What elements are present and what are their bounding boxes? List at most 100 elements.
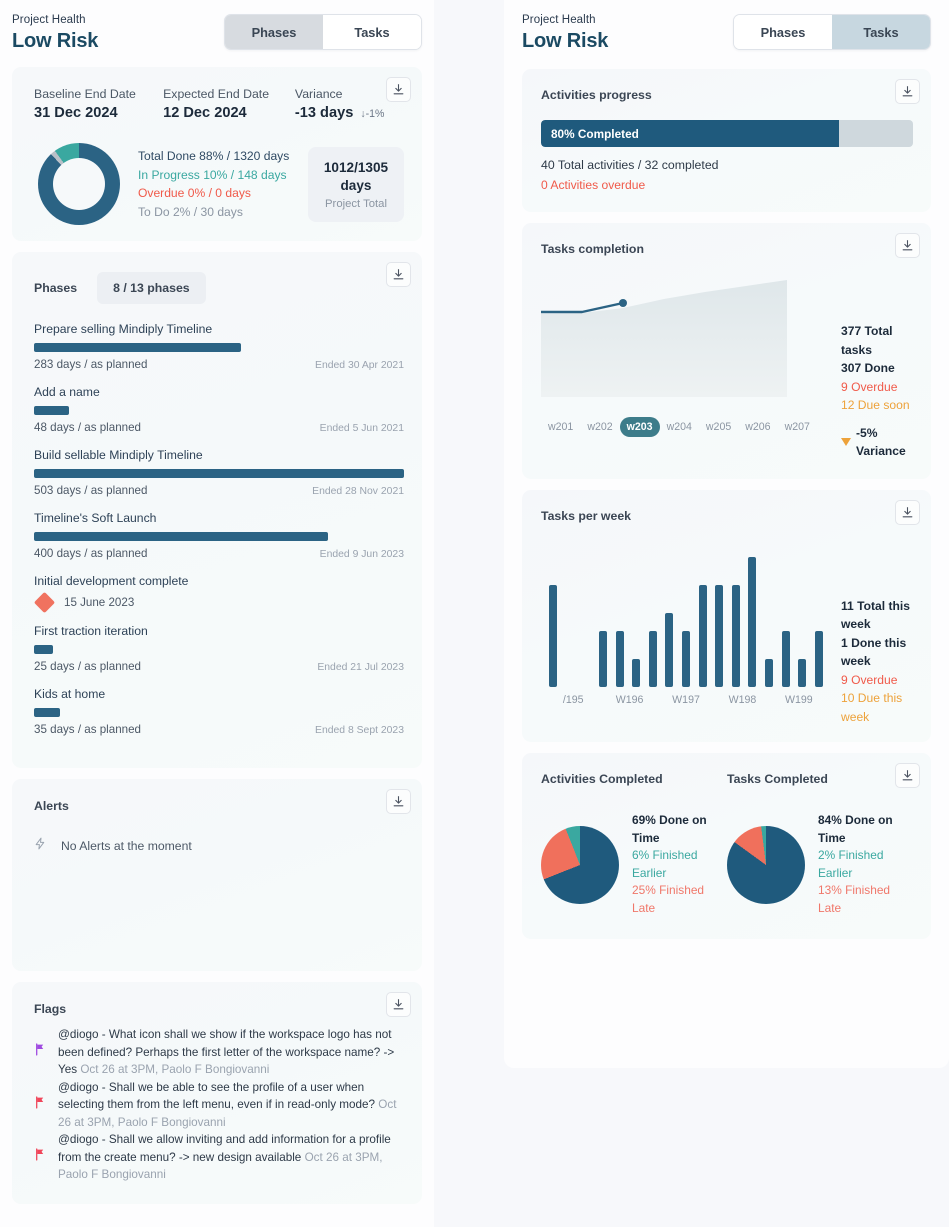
download-icon[interactable]: [386, 77, 411, 102]
phase-item[interactable]: Timeline's Soft Launch 400 days / as plan…: [34, 511, 404, 560]
phase-end-date: Ended 8 Sept 2023: [315, 725, 404, 736]
week-chip-w201[interactable]: w201: [541, 417, 580, 437]
week-chip-w206[interactable]: w206: [738, 417, 777, 437]
phase-item[interactable]: Kids at home 35 days / as planned Ended 8 …: [34, 687, 404, 736]
tasks-per-week-stats: 11 Total this week 1 Done this week 9 Ov…: [841, 537, 913, 727]
phase-duration: 400 days / as planned: [34, 547, 148, 560]
flag-item[interactable]: @diogo - Shall we allow inviting and add…: [34, 1131, 404, 1184]
stat-total-this-week: 11 Total this week: [841, 598, 910, 632]
activities-completed-title: Activities Completed: [541, 772, 663, 786]
activities-late: 25% Finished Late: [632, 883, 705, 915]
bar[interactable]: [814, 630, 823, 687]
tab-tasks[interactable]: Tasks: [323, 15, 421, 49]
stat-due-this-week: 10 Due this week: [841, 691, 903, 724]
bar[interactable]: [615, 630, 624, 687]
stat-overdue-tasks: 9 Overdue: [841, 379, 898, 394]
tab-phases[interactable]: Phases: [734, 15, 832, 49]
phase-end-date: Ended 28 Nov 2021: [312, 486, 404, 497]
phase-name: Initial development complete: [34, 574, 189, 588]
phase-item[interactable]: Build sellable Mindiply Timeline 503 days…: [34, 448, 404, 497]
bar-slot: [794, 658, 811, 687]
download-icon[interactable]: [386, 992, 411, 1017]
bar[interactable]: [748, 556, 757, 687]
bar-slot: [694, 584, 711, 687]
flag-meta: Oct 26 at 3PM, Paolo F Bongiovanni: [80, 1063, 270, 1076]
phase-end-date: Ended 5 Jun 2021: [319, 423, 404, 434]
bar[interactable]: [798, 658, 807, 687]
right-view-toggle[interactable]: Phases Tasks: [733, 14, 931, 50]
download-icon[interactable]: [895, 763, 920, 788]
phase-item[interactable]: First traction iteration 25 days / as pla…: [34, 624, 404, 673]
download-icon[interactable]: [386, 262, 411, 287]
bar[interactable]: [549, 584, 558, 687]
phases-count-chip[interactable]: 8 / 13 phases: [97, 272, 206, 304]
project-total-unit: days: [340, 177, 372, 193]
activities-earlier: 6% Finished Earlier: [632, 848, 698, 880]
milestone-date: 15 June 2023: [64, 596, 135, 609]
bar[interactable]: [665, 612, 674, 687]
phase-name: Add a name: [34, 385, 100, 399]
donut-legend: Total Done 88% / 1320 days In Progress 1…: [138, 147, 302, 221]
triangle-down-icon: [841, 438, 851, 446]
flag-icon: [34, 1041, 48, 1063]
week-selector[interactable]: w201 w202 w203 w204 w205 w206 w207: [541, 417, 827, 437]
bar[interactable]: [731, 584, 740, 687]
activities-progress-label: 80% Completed: [551, 126, 639, 141]
tab-phases[interactable]: Phases: [225, 15, 323, 49]
bar-slot: [661, 612, 678, 687]
week-chip-w202[interactable]: w202: [580, 417, 619, 437]
phase-duration: 283 days / as planned: [34, 358, 148, 371]
phases-card-title: Phases: [34, 281, 78, 295]
selected-data-point: [619, 299, 627, 307]
phase-progress-bar: [34, 469, 404, 478]
project-summary-card: Baseline End Date 31 Dec 2024 Expected E…: [12, 67, 422, 241]
download-icon[interactable]: [386, 789, 411, 814]
page-kicker: Project Health: [522, 14, 596, 26]
download-icon[interactable]: [895, 499, 920, 525]
project-total-value: 1012/1305: [323, 159, 389, 175]
bar-series: [541, 537, 827, 687]
activities-progress-bar: 80% Completed: [541, 120, 913, 147]
phase-progress-track: [34, 645, 404, 654]
phase-progress-bar: [34, 532, 329, 541]
flag-item[interactable]: @diogo - What icon shall we show if the …: [34, 1026, 404, 1079]
bar[interactable]: [599, 630, 608, 687]
week-axis-label: W196: [615, 693, 644, 706]
phase-item[interactable]: Initial development complete 15 June 2023: [33, 574, 404, 614]
phase-item[interactable]: Prepare selling Mindiply Timeline 283 day…: [34, 322, 404, 371]
tasks-on-time: 84% Done on Time: [818, 813, 893, 845]
legend-total-done: Total Done 88% / 1320 days: [138, 149, 290, 163]
bar[interactable]: [715, 584, 724, 687]
phase-progress-track: [34, 469, 404, 478]
flag-item[interactable]: @diogo - Shall we be able to see the pro…: [34, 1079, 404, 1132]
download-icon[interactable]: [895, 233, 920, 258]
week-chip-w203[interactable]: w203: [619, 417, 660, 437]
phase-list: Prepare selling Mindiply Timeline 283 day…: [33, 322, 404, 736]
bar[interactable]: [648, 630, 657, 687]
bar[interactable]: [781, 630, 790, 687]
phase-progress-bar: [34, 708, 60, 717]
pie-titles-row: Activities Completed Tasks Completed: [541, 772, 913, 786]
week-chip-w204[interactable]: w204: [660, 417, 699, 437]
phases-card-header: Phases 8 / 13 phases: [34, 272, 404, 304]
kpi-baseline-value: 31 Dec 2024: [34, 105, 118, 121]
kpi-expected-label: Expected End Date: [163, 87, 270, 101]
bar[interactable]: [765, 658, 774, 687]
bar[interactable]: [698, 584, 707, 687]
phase-name: Timeline's Soft Launch: [34, 511, 157, 525]
legend-in-progress: In Progress 10% / 148 days: [138, 167, 287, 182]
tab-tasks[interactable]: Tasks: [832, 15, 930, 49]
left-view-toggle[interactable]: Phases Tasks: [224, 14, 422, 50]
tasks-pie-chart: [727, 825, 805, 904]
bar[interactable]: [682, 630, 691, 687]
bar-slot: [728, 584, 745, 687]
phase-item[interactable]: Add a name 48 days / as planned Ended 5 Ju…: [34, 385, 404, 434]
download-icon[interactable]: [895, 79, 920, 104]
tasks-earlier: 2% Finished Earlier: [818, 848, 884, 880]
bar[interactable]: [632, 658, 641, 687]
phase-end-date: Ended 30 Apr 2021: [315, 360, 404, 371]
kpi-row: Baseline End Date 31 Dec 2024 Expected E…: [34, 87, 404, 121]
week-chip-w207[interactable]: w207: [778, 417, 817, 437]
page-title: Low Risk: [12, 30, 99, 52]
week-chip-w205[interactable]: w205: [699, 417, 738, 437]
